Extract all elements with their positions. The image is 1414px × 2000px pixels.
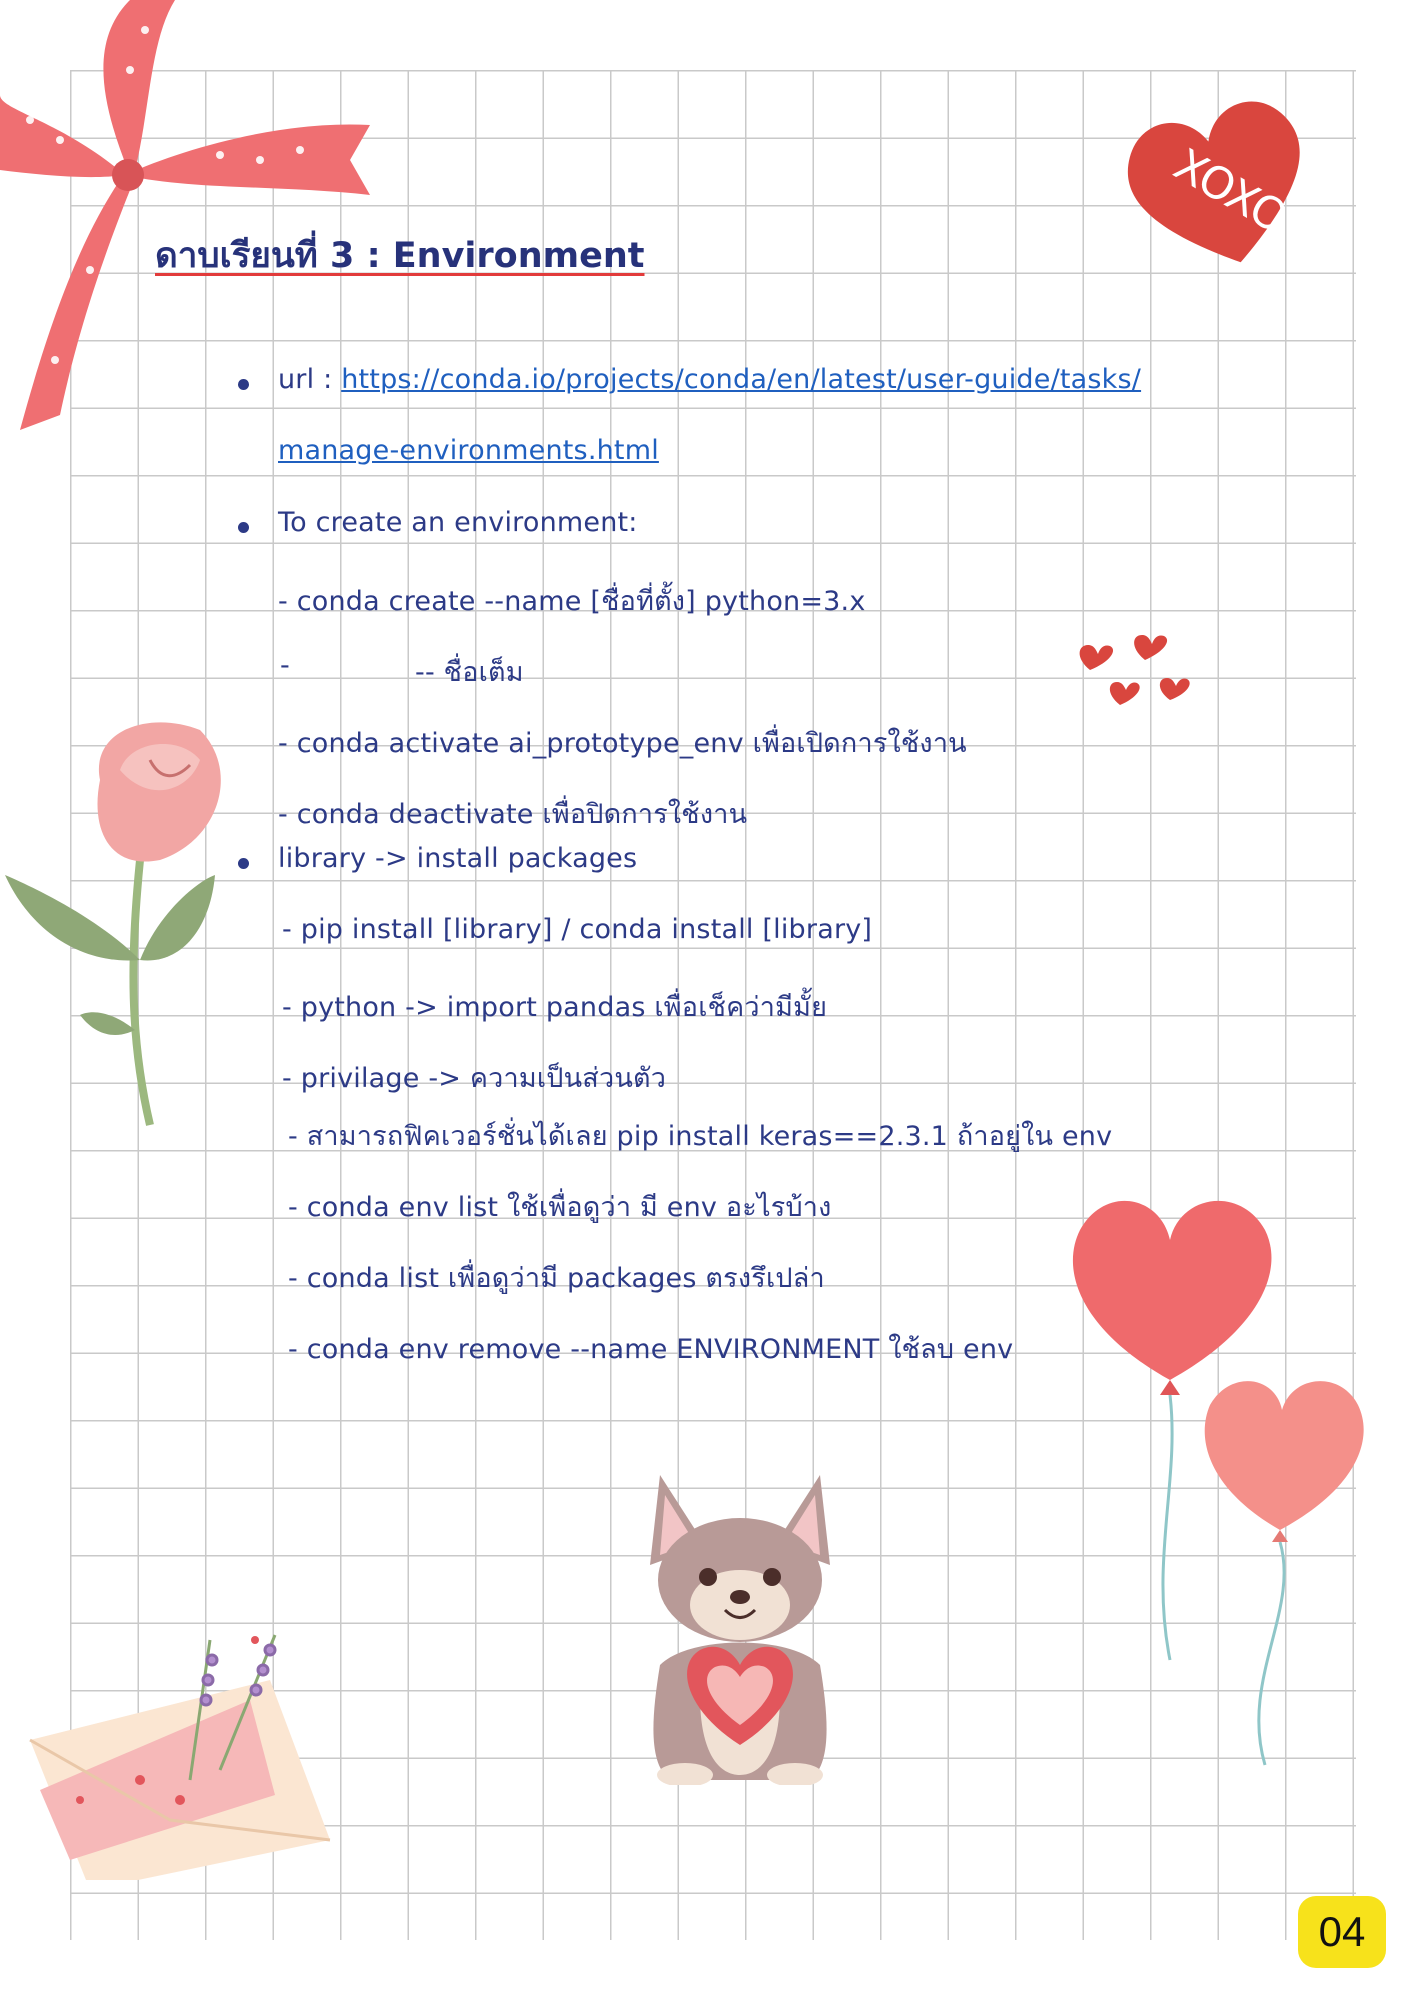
activate-command: - conda activate ai_prototype_env เพื่อเ… — [278, 728, 967, 759]
deactivate-command: - conda deactivate เพื่อปิดการใช้งาน — [278, 799, 748, 830]
small-hearts-decoration — [1079, 635, 1190, 705]
python-import-check: - python -> import pandas เพื่อเช็คว่ามี… — [282, 992, 828, 1023]
bullet-dot — [238, 522, 249, 533]
url-line: url : https://conda.io/projects/conda/en… — [278, 364, 1141, 395]
fix-version-note: - สามารถฟิคเวอร์ชั่นได้เลย pip install k… — [288, 1121, 1113, 1152]
env-remove-command: - conda env remove --name ENVIRONMENT ใช… — [288, 1334, 1014, 1365]
conda-docs-link-continued[interactable]: manage-environments.html — [278, 435, 659, 466]
pip-install-command: - pip install [library] / conda install … — [282, 914, 873, 945]
heart-balloons — [1072, 1200, 1364, 1766]
xoxo-heart-sticker: XOXO — [1127, 101, 1300, 263]
create-env-command: - conda create --name [ชื่อที่ตั้ง] pyth… — [278, 586, 866, 617]
corgi-holding-heart — [650, 1475, 830, 1785]
full-name-note: -- ชื่อเต็ม — [415, 657, 524, 688]
bullet-dot — [238, 379, 249, 390]
bullet-dot — [238, 858, 249, 869]
create-env-heading: To create an environment: — [278, 507, 638, 538]
lesson-title: ดาบเรียนที่ 3 : Environment — [155, 236, 645, 276]
conda-docs-link[interactable]: https://conda.io/projects/conda/en/lates… — [341, 364, 1141, 395]
page-number-badge: 04 — [1298, 1896, 1386, 1968]
full-name-dash: - — [280, 650, 290, 681]
privilage-note: - privilage -> ความเป็นส่วนตัว — [282, 1063, 667, 1094]
library-heading: library -> install packages — [278, 843, 638, 874]
envelope-with-lavender — [29, 1634, 331, 1880]
conda-list-command: - conda list เพื่อดูว่ามี packages ตรงรึ… — [288, 1263, 825, 1294]
rose-illustration — [5, 722, 221, 1126]
url-label: url : — [278, 364, 342, 395]
env-list-command: - conda env list ใช้เพื่อดูว่า มี env อะ… — [288, 1192, 832, 1223]
